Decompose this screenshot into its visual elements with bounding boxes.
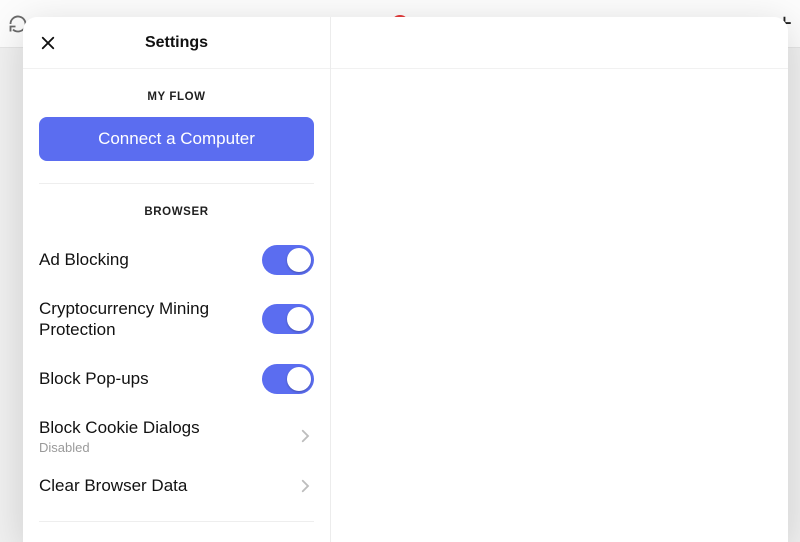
toggle-block-popups[interactable]: [262, 364, 314, 394]
row-label: Cryptocurrency Mining Protection: [39, 298, 239, 341]
settings-sidebar: Settings MY FLOW Connect a Computer BROW…: [23, 17, 331, 542]
toggle-crypto-mining[interactable]: [262, 304, 314, 334]
row-crypto-mining[interactable]: Cryptocurrency Mining Protection: [39, 288, 314, 351]
row-label: Clear Browser Data: [39, 475, 187, 496]
divider: [39, 521, 314, 522]
row-label: Block Pop-ups: [39, 368, 149, 389]
row-sublabel: Disabled: [39, 440, 200, 455]
row-block-cookie-dialogs[interactable]: Block Cookie Dialogs Disabled: [39, 407, 314, 465]
row-label: Ad Blocking: [39, 249, 129, 270]
settings-panel: Settings MY FLOW Connect a Computer BROW…: [23, 17, 788, 542]
section-label-myflow: MY FLOW: [39, 69, 314, 117]
detail-pane: [331, 17, 788, 542]
row-label: Block Cookie Dialogs: [39, 417, 200, 438]
toggle-ad-blocking[interactable]: [262, 245, 314, 275]
chevron-right-icon: [296, 477, 314, 495]
connect-computer-button[interactable]: Connect a Computer: [39, 117, 314, 161]
row-block-popups[interactable]: Block Pop-ups: [39, 351, 314, 407]
row-clear-browser-data[interactable]: Clear Browser Data: [39, 465, 314, 521]
page-title: Settings: [23, 34, 330, 52]
section-label-browser: BROWSER: [39, 184, 314, 232]
chevron-right-icon: [296, 427, 314, 445]
close-icon[interactable]: [37, 32, 59, 54]
settings-header: Settings: [23, 17, 330, 69]
row-ad-blocking[interactable]: Ad Blocking: [39, 232, 314, 288]
